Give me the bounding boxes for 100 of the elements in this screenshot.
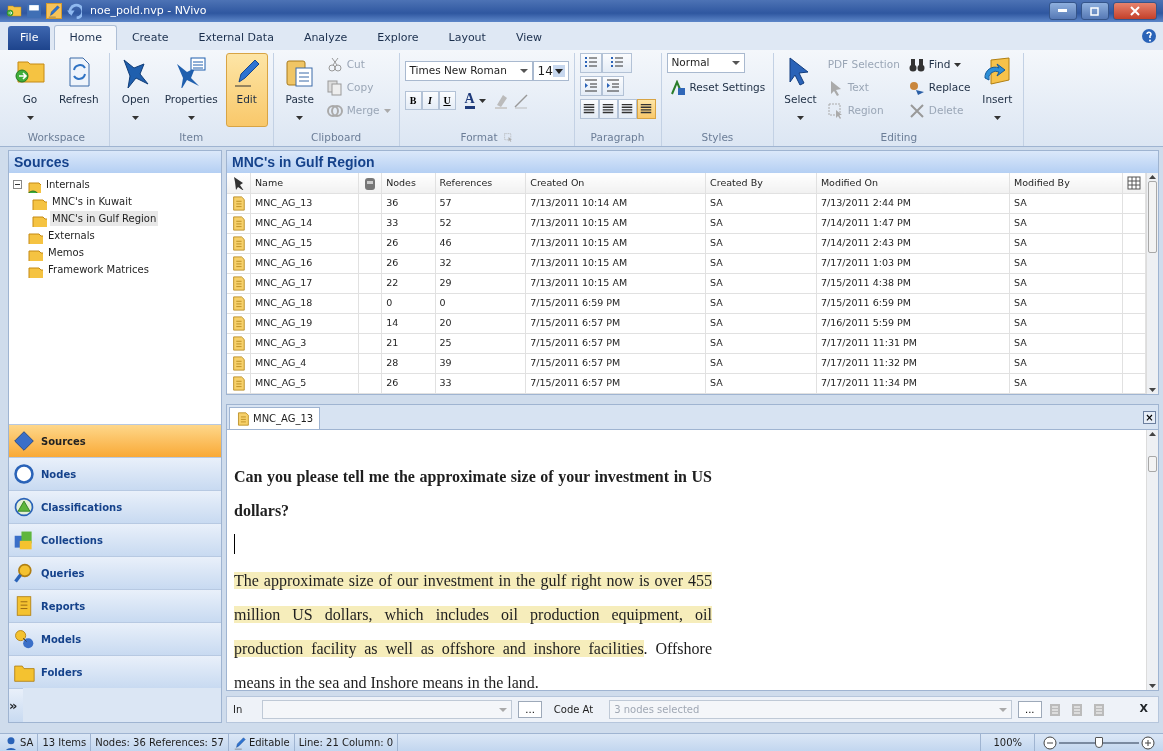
scroll-thumb[interactable] <box>1148 456 1157 472</box>
table-cell: MNC_AG_13 <box>250 193 359 214</box>
scroll-up-icon[interactable] <box>1149 430 1156 438</box>
table-cell: 36 <box>381 193 436 214</box>
group-label: Styles <box>701 129 734 145</box>
column-header[interactable]: Created On <box>530 176 585 188</box>
tree-item[interactable]: MNC's in Gulf Region <box>50 211 159 226</box>
file-menu-button[interactable]: File <box>8 25 51 50</box>
ribbon-button[interactable]: Paste <box>278 53 321 127</box>
font-dropdown[interactable]: Times New Roman <box>404 61 533 81</box>
nav-button[interactable]: Reports <box>9 589 221 622</box>
browse-button[interactable]: ... <box>518 701 542 718</box>
minimize-button[interactable] <box>1049 2 1077 20</box>
ribbon-tab[interactable]: Create <box>116 24 184 50</box>
close-button[interactable]: X <box>1139 701 1148 718</box>
ribbon-tab[interactable]: Analyze <box>288 24 363 50</box>
pencil-icon <box>46 3 62 19</box>
close-button[interactable] <box>1113 2 1157 20</box>
zoom-out-icon[interactable] <box>1043 735 1057 750</box>
format-toggle[interactable]: B <box>404 91 422 110</box>
scrollbar[interactable] <box>1146 430 1158 690</box>
align-button[interactable] <box>579 99 599 119</box>
scroll-up-icon[interactable] <box>1149 173 1156 181</box>
scroll-down-icon[interactable] <box>1149 386 1156 394</box>
table-cell: 7/15/2011 6:57 PM <box>525 333 706 354</box>
ribbon-button[interactable]: Find <box>905 53 974 76</box>
align-icon <box>620 102 634 116</box>
font-size-dropdown[interactable]: 14 <box>532 61 569 81</box>
table-cell: MNC_AG_17 <box>250 273 359 294</box>
nav-button[interactable]: Nodes <box>9 457 221 490</box>
nav-button[interactable]: Folders <box>9 655 221 688</box>
nav-button[interactable]: Models <box>9 622 221 655</box>
restore-button[interactable] <box>1081 2 1109 20</box>
ribbon-tab[interactable]: Home <box>54 24 117 50</box>
panel-title: MNC's in Gulf Region <box>227 151 1158 173</box>
scroll-thumb[interactable] <box>1148 181 1157 253</box>
nav-button[interactable]: Sources <box>9 424 221 457</box>
tree-item[interactable]: MNC's in Kuwait <box>50 194 134 209</box>
tree-item[interactable]: Framework Matrices <box>46 262 151 277</box>
nav-button[interactable]: Collections <box>9 523 221 556</box>
region-icon <box>827 102 844 119</box>
table-cell: SA <box>705 373 817 394</box>
nav-button[interactable]: Classifications <box>9 490 221 523</box>
close-button[interactable]: × <box>1143 411 1156 424</box>
group-label: Format <box>460 129 498 145</box>
scroll-down-icon[interactable] <box>1149 682 1156 690</box>
nav-button[interactable]: Queries <box>9 556 221 589</box>
zoom-slider-thumb[interactable] <box>1095 736 1103 748</box>
font-color-button[interactable]: A <box>461 89 489 112</box>
ribbon-tab[interactable]: Layout <box>433 24 501 50</box>
tree-item[interactable]: Memos <box>46 245 86 260</box>
caret-icon <box>954 61 962 68</box>
user-icon <box>4 735 18 750</box>
table-cell: 7/15/2011 4:38 PM <box>816 273 1010 294</box>
table-cell: SA <box>1009 293 1123 314</box>
tree-item[interactable]: Externals <box>46 228 97 243</box>
bullets-button[interactable] <box>579 53 602 73</box>
ribbon-button[interactable]: Replace <box>905 76 974 99</box>
ribbon-button[interactable]: Reset Settings <box>666 76 769 99</box>
scrollbar[interactable] <box>1146 173 1158 394</box>
ribbon-button[interactable]: Properties <box>159 53 223 127</box>
ribbon-tab[interactable]: External Data <box>183 24 289 50</box>
table-cell: 46 <box>435 233 526 254</box>
app-logo-icon <box>6 3 22 19</box>
ribbon-tab[interactable]: View <box>500 24 558 50</box>
help-icon[interactable] <box>1141 28 1157 44</box>
column-header[interactable]: Name <box>255 176 284 188</box>
caret-icon <box>478 97 486 104</box>
pin-icon <box>231 176 245 190</box>
reset-icon <box>669 79 686 96</box>
align-icon <box>601 102 615 116</box>
table-cell: 22 <box>381 273 436 294</box>
ribbon-button[interactable]: Edit <box>225 53 268 127</box>
table-cell: 7/17/2011 11:31 PM <box>816 333 1010 354</box>
ribbon-button[interactable]: Go <box>9 53 51 127</box>
document-tab[interactable]: MNC_AG_13 <box>229 407 321 429</box>
style-dropdown[interactable]: Normal <box>666 53 745 73</box>
minimize-icon <box>1058 9 1068 13</box>
ribbon-button[interactable]: Open <box>114 53 157 127</box>
status-text: SA <box>20 736 34 750</box>
tree-item[interactable]: Internals <box>44 177 92 192</box>
table-cell: SA <box>1009 233 1123 254</box>
blocks-icon <box>13 529 35 551</box>
expander-icon[interactable] <box>13 180 22 189</box>
group-label: Clipboard <box>311 129 362 145</box>
document-icon <box>231 375 246 391</box>
caret-icon <box>731 59 740 67</box>
status-text: Line: 21 Column: 0 <box>298 736 394 750</box>
ribbon-button[interactable]: Select <box>779 53 822 127</box>
clear-format-icon <box>512 92 529 109</box>
ribbon-button[interactable]: Insert <box>976 53 1019 127</box>
zoom-in-icon[interactable] <box>1141 735 1155 750</box>
ribbon-button[interactable]: Refresh <box>54 53 104 127</box>
ribbon-tab[interactable]: Explore <box>362 24 434 50</box>
browse-button[interactable]: ... <box>1017 701 1042 718</box>
numbering-button[interactable] <box>601 53 632 73</box>
column-header[interactable]: Modified On <box>820 176 878 188</box>
column-chooser-icon[interactable] <box>1126 176 1141 190</box>
delete-icon <box>908 102 925 119</box>
document-icon <box>231 215 246 231</box>
